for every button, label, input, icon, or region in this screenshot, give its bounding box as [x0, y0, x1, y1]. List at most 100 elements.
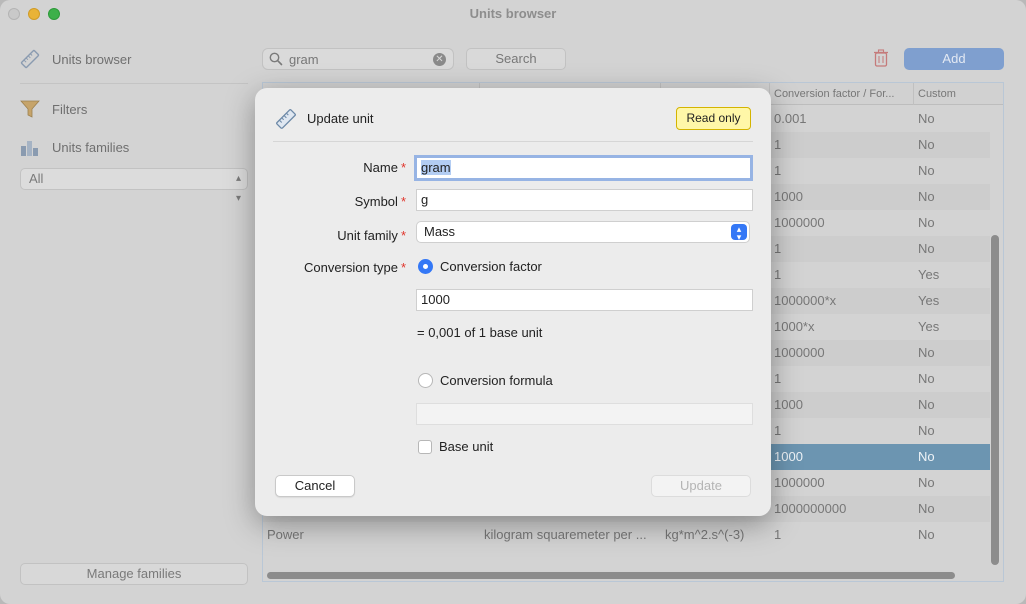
- sidebar-item-label: Units families: [52, 139, 130, 155]
- unit-family-value: Mass: [424, 224, 456, 239]
- sidebar: Units browser Filters Units families All…: [0, 28, 258, 604]
- family-filter-value: All: [29, 171, 44, 186]
- cell-custom: Yes: [918, 267, 940, 282]
- filter-icon: [20, 99, 40, 119]
- cell-custom: No: [918, 449, 935, 464]
- cell-conversion: 1: [774, 163, 782, 178]
- sidebar-divider: [20, 83, 248, 84]
- cell-conversion: 1000: [774, 449, 803, 464]
- cell-symbol: kg*m^2.s^(-3): [665, 527, 745, 542]
- clear-search-icon[interactable]: ✕: [433, 53, 446, 66]
- trash-icon: [873, 48, 889, 70]
- conversion-formula-label: Conversion formula: [440, 373, 553, 388]
- cell-conversion: 1000000000: [774, 501, 847, 516]
- cell-conversion: 1000: [774, 189, 803, 204]
- cell-conversion: 1000000*x: [774, 293, 837, 308]
- chevron-up-down-icon: ▴ ▾: [731, 224, 747, 242]
- sidebar-item-label: Units browser: [52, 51, 132, 67]
- cell-custom: No: [918, 215, 935, 230]
- cell-conversion: 1: [774, 527, 782, 542]
- update-button[interactable]: Update: [651, 475, 751, 497]
- radio-unselected-icon: [418, 373, 433, 388]
- cell-custom: No: [918, 397, 935, 412]
- column-header-custom[interactable]: Custom: [914, 83, 1003, 105]
- conversion-formula-field[interactable]: [416, 403, 753, 425]
- unit-family-label: Unit family *: [337, 228, 406, 243]
- cancel-button[interactable]: Cancel: [275, 475, 355, 497]
- manage-families-button[interactable]: Manage families: [20, 563, 248, 585]
- add-button[interactable]: Add: [904, 48, 1004, 70]
- window-title: Units browser: [469, 6, 557, 21]
- cell-custom: No: [918, 163, 935, 178]
- cell-conversion: 1: [774, 423, 782, 438]
- conversion-factor-radio[interactable]: Conversion factor: [418, 259, 542, 274]
- dialog-title: Update unit: [307, 111, 374, 126]
- cell-custom: No: [918, 241, 935, 256]
- cell-conversion: 1000000: [774, 345, 825, 360]
- cell-conversion: 1000000: [774, 215, 825, 230]
- cell-name: kilogram squaremeter per ...: [484, 527, 647, 542]
- main-window: Units browser Units browser Filters Unit…: [0, 0, 1026, 604]
- cell-conversion: 1000*x: [774, 319, 815, 334]
- table-row[interactable]: Power kilogram squaremeter per ... kg*m^2.…: [263, 522, 990, 548]
- close-window-button[interactable]: [8, 8, 20, 20]
- name-field[interactable]: gram: [414, 155, 753, 181]
- name-label: Name *: [363, 160, 406, 175]
- cell-conversion: 1: [774, 241, 782, 256]
- delete-button[interactable]: [870, 48, 892, 70]
- conversion-type-label: Conversion type *: [303, 260, 406, 275]
- cell-conversion: 0.001: [774, 111, 807, 126]
- read-only-badge: Read only: [676, 107, 751, 130]
- update-unit-dialog: Update unit Read only Name * gram Symbol *…: [255, 88, 771, 516]
- conversion-factor-field[interactable]: 1000: [416, 289, 753, 311]
- cell-custom: No: [918, 475, 935, 490]
- cell-conversion: 1000: [774, 397, 803, 412]
- sidebar-item-units-families: Units families: [20, 135, 129, 159]
- base-unit-label: Base unit: [439, 439, 494, 454]
- required-mark: *: [400, 228, 406, 243]
- sidebar-item-filters[interactable]: Filters: [20, 97, 87, 121]
- base-unit-checkbox[interactable]: Base unit: [418, 439, 493, 454]
- checkbox-icon: [418, 439, 432, 454]
- search-icon: [269, 52, 283, 69]
- dialog-divider: [273, 141, 753, 142]
- name-value: gram: [421, 160, 451, 175]
- symbol-field[interactable]: g: [416, 189, 753, 211]
- required-mark: *: [400, 260, 406, 275]
- cell-conversion: 1: [774, 267, 782, 282]
- chevron-up-down-icon: ▴ ▾: [235, 173, 241, 204]
- search-field[interactable]: ✕: [262, 48, 454, 70]
- search-button[interactable]: Search: [466, 48, 566, 70]
- sidebar-item-units-browser[interactable]: Units browser: [20, 47, 131, 71]
- cell-conversion: 1000000: [774, 475, 825, 490]
- search-input[interactable]: [289, 50, 429, 68]
- minimize-window-button[interactable]: [28, 8, 40, 20]
- cell-family: Power: [267, 527, 304, 542]
- cell-custom: Yes: [918, 293, 940, 308]
- ruler-icon: [20, 49, 40, 69]
- sidebar-item-label: Filters: [52, 101, 88, 117]
- cell-custom: No: [918, 527, 935, 542]
- cell-custom: No: [918, 501, 935, 516]
- required-mark: *: [400, 194, 406, 209]
- families-icon: [20, 137, 40, 157]
- cell-custom: No: [918, 423, 935, 438]
- ruler-icon: [275, 108, 297, 133]
- horizontal-scrollbar[interactable]: [267, 572, 955, 579]
- conversion-formula-radio[interactable]: Conversion formula: [418, 373, 553, 388]
- zoom-window-button[interactable]: [48, 8, 60, 20]
- cell-conversion: 1: [774, 137, 782, 152]
- radio-selected-icon: [418, 259, 433, 274]
- vertical-scrollbar[interactable]: [991, 235, 999, 565]
- cell-custom: No: [918, 189, 935, 204]
- required-mark: *: [400, 160, 406, 175]
- conversion-factor-helper: = 0,001 of 1 base unit: [417, 325, 543, 340]
- cell-custom: No: [918, 345, 935, 360]
- symbol-label: Symbol *: [354, 194, 406, 209]
- family-filter-select[interactable]: All ▴ ▾: [20, 168, 248, 204]
- cell-conversion: 1: [774, 371, 782, 386]
- unit-family-select[interactable]: Mass ▴ ▾: [416, 221, 750, 243]
- column-header-conversion[interactable]: Conversion factor / For...: [770, 83, 914, 105]
- cell-custom: No: [918, 371, 935, 386]
- cell-custom: No: [918, 111, 935, 126]
